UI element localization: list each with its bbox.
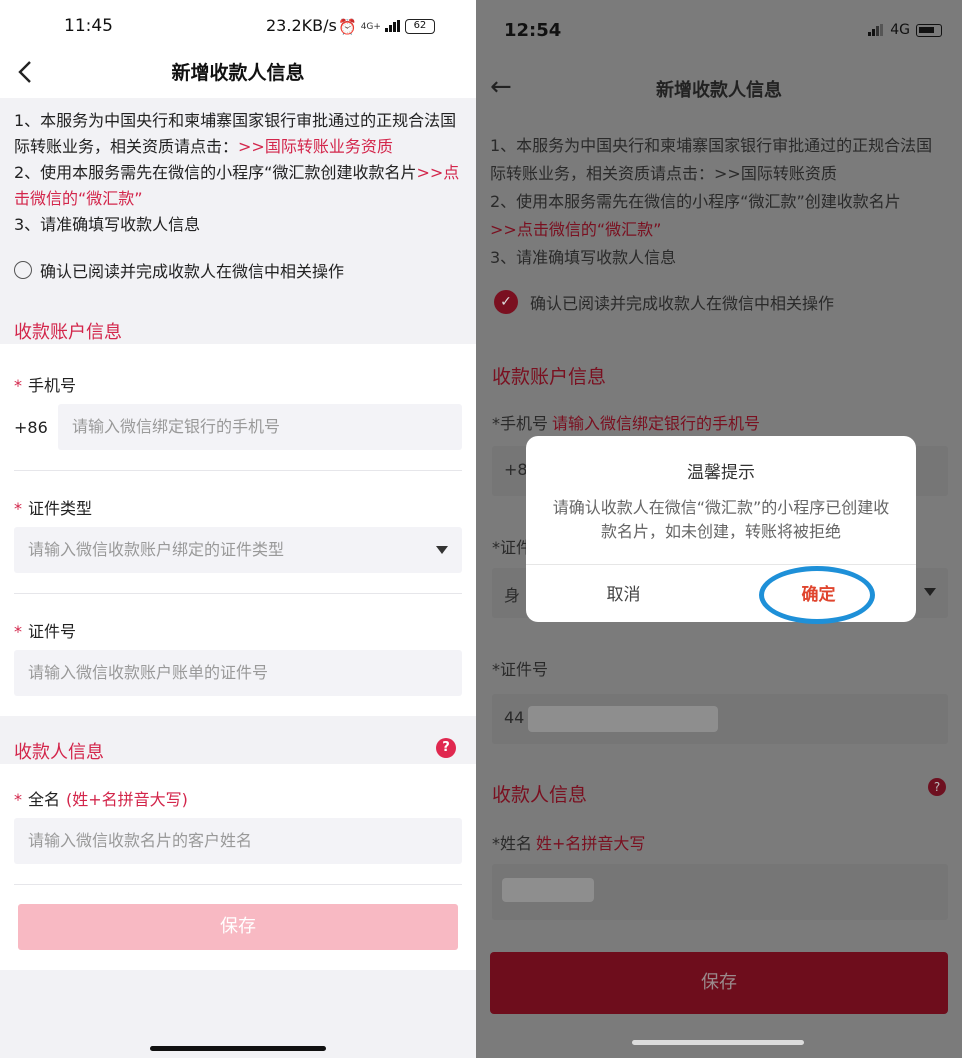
phone-label: * 手机号 (14, 376, 77, 395)
agree-label: 确认已阅读并完成收款人在微信中相关操作 (530, 294, 835, 313)
dropdown-triangle-icon[interactable] (436, 546, 448, 554)
network-speed: 23.2KB/s (266, 16, 337, 35)
agree-checkbox[interactable]: ✓ 确认已阅读并完成收款人在微信中相关操作 (494, 290, 834, 314)
notice-line1: 1、本服务为中国央行和柬埔寨国家银行审批通过的正规合法国际转账业务，相关资质请点… (490, 136, 933, 183)
battery-icon (916, 23, 942, 37)
name-label: *姓名 姓+名拼音大写 (492, 834, 646, 853)
fullname-input[interactable]: 请输入微信收款名片的客户姓名 (14, 818, 462, 864)
notice-line2: 2、使用本服务需先在微信的小程序“微汇款”创建收款名片 (490, 192, 901, 211)
dialog-message: 请确认收款人在微信“微汇款”的小程序已创建收款名片，如未创建，转账将被拒绝 (552, 498, 890, 541)
notice-line3: 3、请准确填写收款人信息 (490, 248, 677, 267)
highlight-circle (759, 566, 875, 624)
id-number-input[interactable]: 44 (492, 694, 948, 744)
country-code[interactable]: +86 (14, 418, 48, 437)
dropdown-triangle-icon[interactable] (924, 588, 936, 596)
dialog-cancel-button[interactable]: 取消 (526, 580, 721, 605)
notice-line2: 2、使用本服务需先在微信的小程序“微汇款创建收款名片 (14, 163, 417, 182)
save-button[interactable]: 保存 (490, 952, 948, 1014)
id-number-label: *证件号 (492, 660, 549, 679)
service-notice: 1、本服务为中国央行和柬埔寨国家银行审批通过的正规合法国际转账业务，相关资质请点… (14, 108, 462, 238)
section-account-title: 收款账户信息 (492, 366, 607, 388)
help-icon[interactable]: ? (928, 778, 946, 796)
account-card: * 手机号 +86 请输入微信绑定银行的手机号 * 证件类型 请输入微信收款账户绑定… (0, 344, 476, 716)
status-icons: 4G (868, 22, 942, 38)
save-button[interactable]: 保存 (18, 904, 458, 950)
left-screen: 11:45 23.2KB/s ⏰ 4G+ 62 新增收款人信息 1、本服务为中国… (0, 0, 476, 1058)
signal-bars-icon (384, 17, 401, 36)
agree-checkbox[interactable]: 确认已阅读并完成收款人在微信中相关操作 (14, 258, 344, 282)
section-account-title: 收款账户信息 (14, 322, 122, 343)
status-bar: 11:45 23.2KB/s ⏰ 4G+ 62 (0, 0, 476, 52)
dialog-divider (526, 564, 916, 565)
id-number-label: *证件号 (14, 622, 77, 641)
battery-icon: 62 (404, 19, 435, 34)
network-type: 4G (890, 22, 910, 38)
divider (14, 884, 462, 885)
page-title: 新增收款人信息 (171, 62, 305, 84)
status-time: 12:54 (504, 20, 562, 41)
phone-label: *手机号 请输入微信绑定银行的手机号 (492, 414, 761, 433)
name-input[interactable] (492, 864, 948, 920)
page-title: 新增收款人信息 (656, 80, 782, 101)
id-type-select[interactable]: 请输入微信收款账户绑定的证件类型 (14, 527, 462, 573)
section-payee-title: 收款人信息 (492, 784, 588, 806)
wechat-remit-link[interactable]: >>点击微信的“微汇款” (490, 220, 661, 239)
nav-bar: 新增收款人信息 (0, 52, 476, 98)
home-indicator[interactable] (632, 1040, 804, 1045)
dialog-title: 温馨提示 (687, 463, 755, 483)
home-indicator[interactable] (150, 1046, 326, 1051)
divider (14, 593, 462, 594)
help-icon[interactable]: ? (436, 738, 456, 758)
alarm-icon: ⏰ (338, 17, 357, 36)
redacted-block (502, 878, 594, 902)
check-icon[interactable]: ✓ (494, 290, 518, 314)
service-notice: 1、本服务为中国央行和柬埔寨国家银行审批通过的正规合法国际转账业务，相关资质请点… (490, 132, 948, 272)
qualification-link[interactable]: >>国际转账业务资质 (238, 137, 393, 156)
redacted-block (528, 706, 718, 732)
divider (14, 470, 462, 471)
agree-label: 确认已阅读并完成收款人在微信中相关操作 (40, 262, 345, 281)
signal-bars-icon (868, 24, 884, 36)
notice-line3: 3、请准确填写收款人信息 (14, 215, 201, 234)
right-screen: 12:54 4G ← 新增收款人信息 1、本服务为中国央行和柬埔寨国家银行审批通… (476, 0, 962, 1058)
radio-icon[interactable] (14, 261, 32, 279)
section-payee-title: 收款人信息 (14, 742, 104, 763)
status-time: 11:45 (64, 16, 113, 36)
status-icons: ⏰ 4G+ 62 (338, 17, 435, 36)
id-type-label: * 证件类型 (14, 499, 93, 518)
fullname-label: * 全名 (姓+名拼音大写) (14, 790, 188, 809)
id-number-input[interactable]: 请输入微信收款账户账单的证件号 (14, 650, 462, 696)
phone-input[interactable]: 请输入微信绑定银行的手机号 (58, 404, 462, 450)
signal-icon: 4G+ (360, 21, 381, 32)
